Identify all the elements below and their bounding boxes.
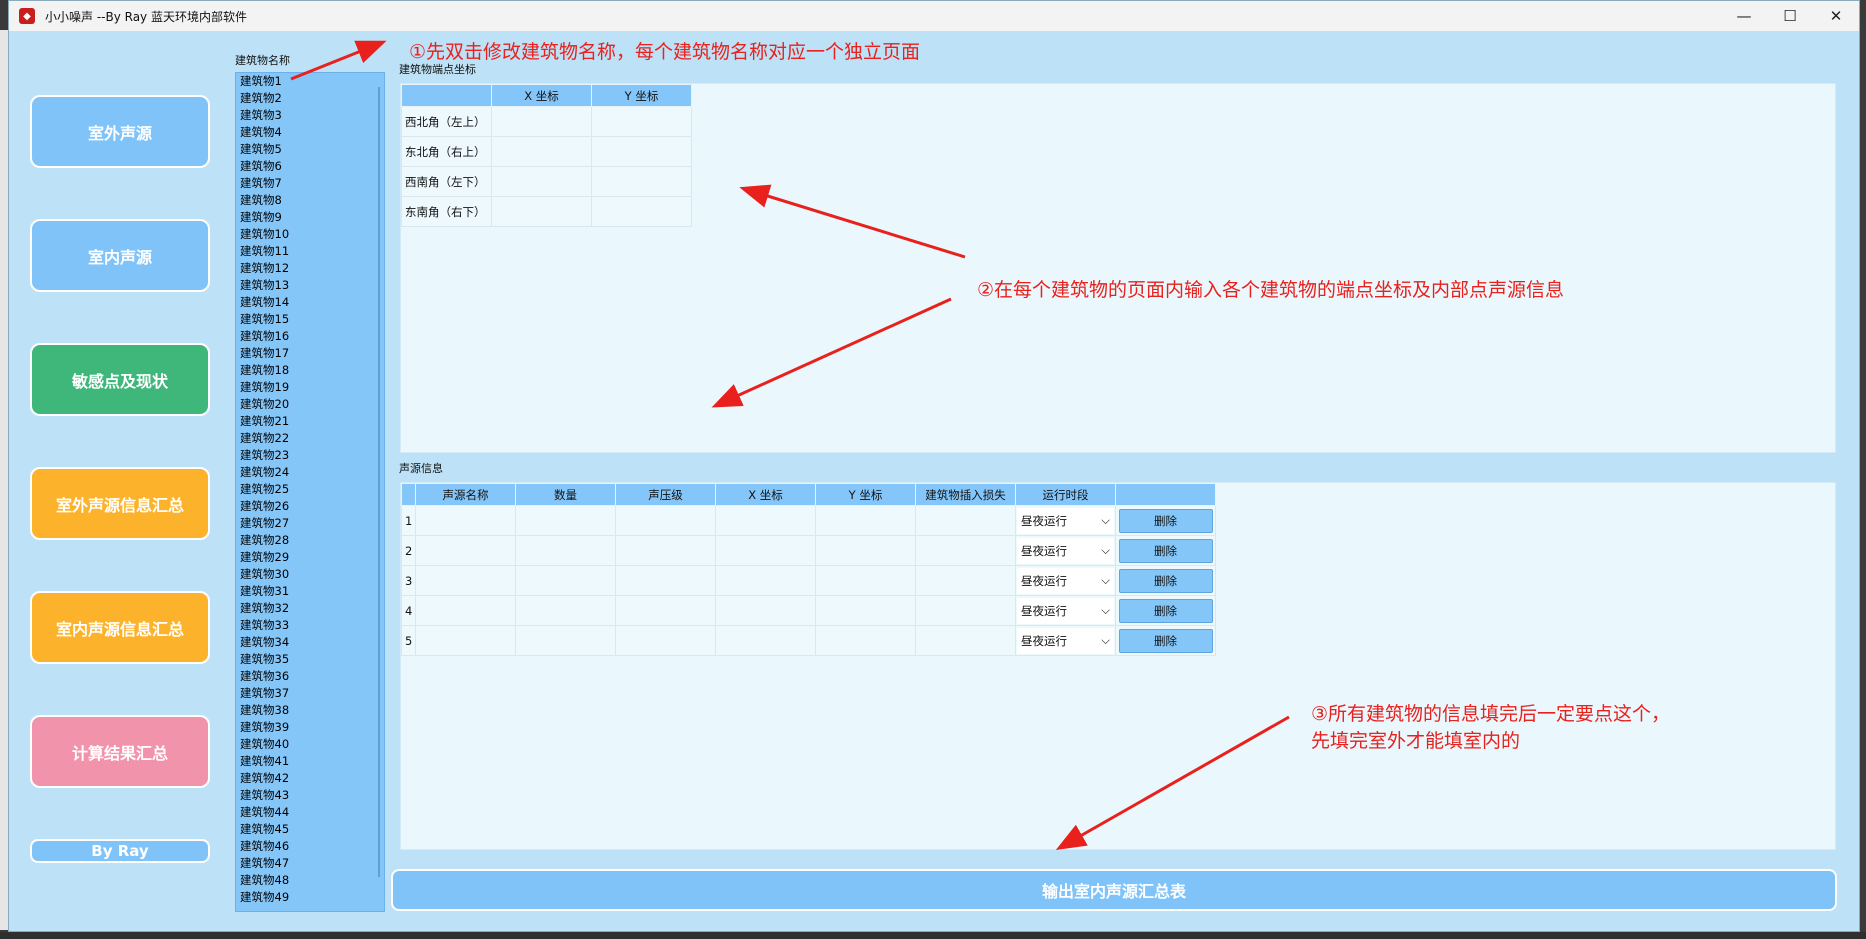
- annotation-arrows: [290, 40, 1290, 850]
- arrow-to-building-list: [290, 40, 387, 81]
- arrow-to-export-button: [1055, 715, 1290, 850]
- arrow-to-sources-table: [711, 297, 952, 408]
- background-window-edge: [0, 30, 8, 930]
- arrow-to-corners-table: [739, 184, 966, 259]
- app-window: ◆ 小小噪声 --By Ray 蓝天环境内部软件 — ☐ ✕ 室外声源 室内声源…: [8, 0, 1860, 932]
- taskbar: [0, 932, 1866, 939]
